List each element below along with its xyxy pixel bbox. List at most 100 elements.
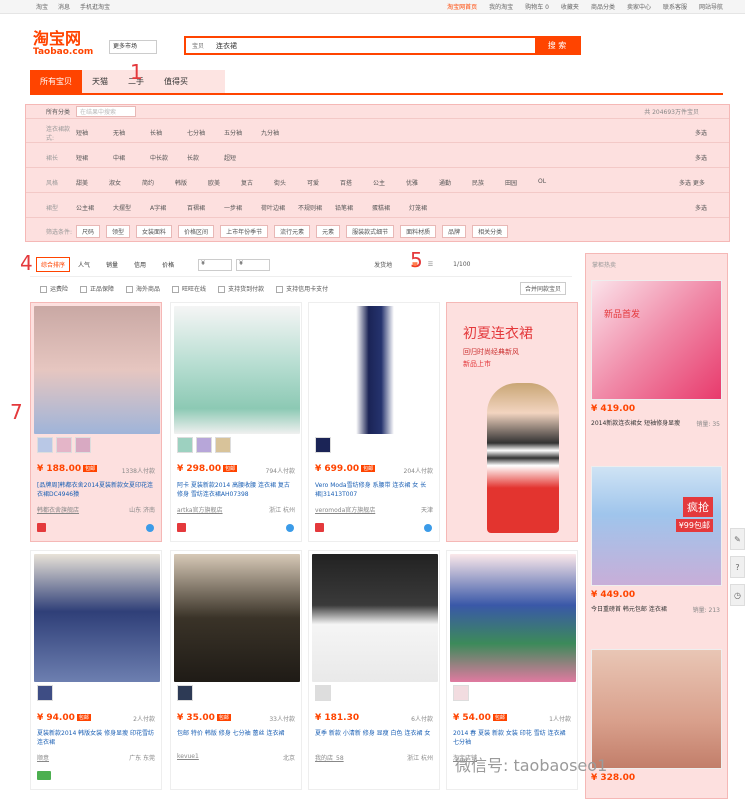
- product-thumb[interactable]: [453, 685, 469, 701]
- product-shop[interactable]: artka官方旗舰店: [177, 505, 223, 514]
- filter-dropdown[interactable]: 流行元素: [274, 224, 311, 238]
- filter-value[interactable]: 不规则裙: [298, 203, 335, 212]
- filter-multi-select[interactable]: 多选: [695, 153, 729, 162]
- filter-value[interactable]: 民族: [472, 178, 505, 187]
- product-card[interactable]: ¥ 94.00 包邮 2人付款 夏装新款2014 韩版女装 修身显瘦 印花雪纺 连…: [30, 550, 162, 790]
- product-image[interactable]: [312, 306, 438, 434]
- filter-value[interactable]: 五分袖: [224, 128, 261, 137]
- filter-value[interactable]: 大摆型: [113, 203, 150, 212]
- check-wangwang-online[interactable]: 旺旺在线: [172, 284, 206, 293]
- wangwang-icon[interactable]: [146, 524, 154, 532]
- product-card[interactable]: ¥ 181.30 6人付款 夏季 新款 小清新 修身 显瘦 白色 连衣裙 女 我…: [308, 550, 440, 790]
- filter-value[interactable]: 田园: [505, 178, 538, 187]
- price-to-input[interactable]: ¥: [236, 258, 271, 271]
- product-shop[interactable]: veromoda官方旗舰店: [315, 505, 375, 514]
- filter-multi-select[interactable]: 多选: [695, 203, 729, 212]
- product-thumb[interactable]: [75, 437, 91, 453]
- product-shop[interactable]: 顺意: [37, 753, 49, 762]
- sidebar-item-image[interactable]: [591, 649, 722, 769]
- merge-same-items-button[interactable]: 合并同款宝贝: [519, 281, 566, 295]
- filter-dropdown[interactable]: 面料材质: [400, 224, 437, 238]
- filter-value[interactable]: 淑女: [109, 178, 142, 187]
- more-market-dropdown[interactable]: 更多市场: [109, 40, 157, 54]
- sidebar-item[interactable]: 新品首发 ¥ 419.00 销量: 35 2014新款连衣裙女 短袖修身显瘦: [591, 280, 722, 428]
- sort-price[interactable]: 价格: [154, 260, 182, 269]
- product-card[interactable]: ¥ 188.00 包邮 1338人付款 [品牌周]韩都衣舍2014夏装新款女夏印花…: [30, 302, 162, 542]
- product-title[interactable]: 夏装新款2014 韩版女装 修身显瘦 印花雪纺 连衣裙: [37, 729, 157, 749]
- ship-from-select[interactable]: 发货地: [374, 260, 392, 269]
- product-thumb[interactable]: [215, 437, 231, 453]
- product-thumb[interactable]: [315, 685, 331, 701]
- filter-value[interactable]: OL: [538, 178, 558, 187]
- filter-dropdown[interactable]: 领型: [106, 224, 131, 238]
- filter-value[interactable]: 中裙: [113, 153, 150, 162]
- filter-value[interactable]: 荷叶边裙: [261, 203, 298, 212]
- filter-dropdown[interactable]: 女装面料: [136, 224, 173, 238]
- check-overseas[interactable]: 海外商品: [126, 284, 160, 293]
- product-shop[interactable]: 我的店_58: [315, 753, 344, 762]
- edit-icon[interactable]: ✎: [730, 528, 745, 550]
- filter-value[interactable]: 可爱: [307, 178, 340, 187]
- filter-value[interactable]: 公主裙: [76, 203, 113, 212]
- tab-all[interactable]: 所有宝贝: [30, 70, 82, 94]
- product-thumb[interactable]: [56, 437, 72, 453]
- filter-value[interactable]: 灯笼裙: [409, 203, 446, 212]
- tab-tmall[interactable]: 天猫: [82, 70, 118, 94]
- filter-multi-more[interactable]: 多选 更多: [679, 178, 729, 187]
- wangwang-icon[interactable]: [286, 524, 294, 532]
- help-icon[interactable]: ?: [730, 556, 745, 578]
- filter-dropdown[interactable]: 尺码: [76, 224, 101, 238]
- filter-value[interactable]: 无袖: [113, 128, 150, 137]
- filter-dropdown[interactable]: 品牌: [442, 224, 467, 238]
- filter-value[interactable]: 韩版: [175, 178, 208, 187]
- filter-value[interactable]: 街头: [274, 178, 307, 187]
- filter-value[interactable]: 七分袖: [187, 128, 224, 137]
- filter-dropdown[interactable]: 元素: [316, 224, 341, 238]
- taobao-logo[interactable]: 淘宝网 Taobao.com: [33, 30, 95, 60]
- filter-value[interactable]: 短裙: [76, 153, 113, 162]
- filter-multi-select[interactable]: 多选: [695, 128, 729, 137]
- filter-value[interactable]: 中长款: [150, 153, 187, 162]
- product-thumb[interactable]: [37, 685, 53, 701]
- product-thumb[interactable]: [196, 437, 212, 453]
- product-thumb[interactable]: [315, 437, 331, 453]
- product-title[interactable]: 包邮 特价 韩版 修身 七分袖 蕾丝 连衣裙: [177, 729, 297, 749]
- filter-value[interactable]: 超短: [224, 153, 261, 162]
- topbar-link-site-nav[interactable]: 网站导航: [699, 2, 723, 11]
- filter-value[interactable]: 公主: [373, 178, 406, 187]
- sidebar-item[interactable]: ¥ 328.00: [591, 649, 722, 783]
- product-title[interactable]: 2014 春 夏装 新款 女装 印花 雪纺 连衣裙 七分袖: [453, 729, 573, 749]
- filter-value[interactable]: 一步裙: [224, 203, 261, 212]
- search-type-select[interactable]: 宝贝: [186, 41, 216, 50]
- filter-search-input[interactable]: 在结果中搜索: [76, 106, 136, 117]
- product-thumb[interactable]: [177, 685, 193, 701]
- product-image[interactable]: [312, 554, 438, 682]
- product-title[interactable]: [品牌周]韩都衣舍2014夏装新款女夏印花连衣裙DC4946猿: [37, 481, 157, 501]
- topbar-link-taobao-home[interactable]: 淘宝网首页: [447, 2, 477, 11]
- filter-value[interactable]: 百搭: [340, 178, 373, 187]
- tab-worth-buying[interactable]: 值得买: [154, 70, 198, 94]
- filter-value[interactable]: 甜美: [76, 178, 109, 187]
- filter-value[interactable]: 百褶裙: [187, 203, 224, 212]
- sidebar-item-image[interactable]: 疯抢 ¥99包邮: [591, 466, 722, 586]
- product-image[interactable]: [450, 554, 576, 682]
- filter-value[interactable]: 简约: [142, 178, 175, 187]
- price-from-input[interactable]: ¥: [198, 258, 233, 271]
- product-title[interactable]: Vero Moda雪纺修身 系腰带 连衣裙 女 长裙|31413T007: [315, 481, 435, 501]
- search-input[interactable]: 连衣裙: [216, 41, 535, 51]
- product-card[interactable]: ¥ 699.00 包邮 204人付款 Vero Moda雪纺修身 系腰带 连衣裙 …: [308, 302, 440, 542]
- wangwang-icon[interactable]: [424, 524, 432, 532]
- sort-credit[interactable]: 信用: [126, 260, 154, 269]
- check-credit-card[interactable]: 支持信用卡支付: [276, 284, 328, 293]
- product-title[interactable]: 阿卡 夏装新款2014 高腰收腰 连衣裙 复古 修身 雪纺连衣裙AH07398: [177, 481, 297, 501]
- filter-dropdown[interactable]: 相关分类: [472, 224, 509, 238]
- topbar-link-cart[interactable]: 购物车 0: [525, 2, 549, 11]
- product-thumb[interactable]: [177, 437, 193, 453]
- filter-dropdown[interactable]: 服装款式细节: [346, 224, 395, 238]
- product-image[interactable]: [174, 306, 300, 434]
- filter-value[interactable]: 通勤: [439, 178, 472, 187]
- sort-popularity[interactable]: 人气: [70, 260, 98, 269]
- filter-value[interactable]: A字裙: [150, 203, 187, 212]
- product-image[interactable]: [174, 554, 300, 682]
- filter-value[interactable]: 蛋糕裙: [372, 203, 409, 212]
